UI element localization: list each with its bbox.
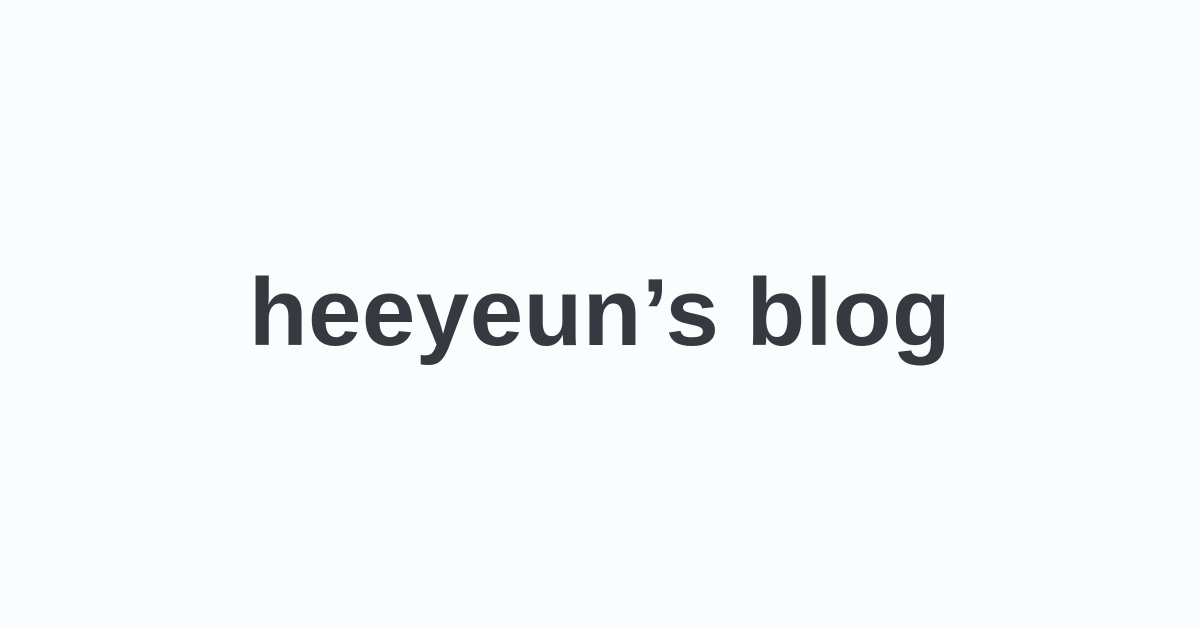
og-image-card: heeyeun’s blog xyxy=(0,0,1200,630)
blog-title: heeyeun’s blog xyxy=(248,259,952,366)
